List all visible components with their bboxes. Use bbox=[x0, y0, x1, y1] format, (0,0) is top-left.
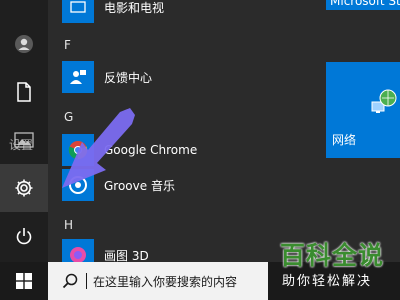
user-account-button[interactable] bbox=[0, 20, 48, 68]
movies-tv-icon bbox=[62, 0, 94, 23]
app-feedback-hub[interactable]: 反馈中心 bbox=[62, 60, 292, 94]
app-movies-tv[interactable]: 电影和电视 bbox=[62, 0, 292, 24]
search-icon bbox=[62, 273, 78, 289]
group-letter[interactable]: H bbox=[64, 218, 73, 232]
app-name: 电影和电视 bbox=[104, 0, 165, 15]
app-list: 电影和电视 F 反馈中心 G Google Chrome Groove 音乐 H… bbox=[48, 0, 310, 271]
settings-tooltip: 设置 bbox=[9, 138, 34, 152]
tile-microsoft-store[interactable]: Microsoft Sto bbox=[326, 0, 400, 10]
settings-button[interactable] bbox=[0, 164, 48, 212]
watermark-title: 百科全说 bbox=[280, 241, 385, 270]
search-placeholder: 在这里输入你要搜索的内容 bbox=[93, 274, 238, 289]
tile-label: Microsoft Sto bbox=[330, 0, 400, 8]
text-cursor bbox=[86, 273, 87, 289]
document-icon bbox=[17, 82, 31, 102]
search-input[interactable]: 在这里输入你要搜索的内容 bbox=[48, 262, 268, 300]
app-name: Groove 音乐 bbox=[104, 178, 175, 193]
network-icon bbox=[371, 89, 397, 113]
app-name: 反馈中心 bbox=[104, 70, 153, 85]
documents-button[interactable] bbox=[0, 68, 48, 116]
groove-music-icon bbox=[62, 169, 94, 201]
user-icon bbox=[15, 35, 33, 53]
group-letter[interactable]: F bbox=[64, 38, 71, 52]
app-name: Google Chrome bbox=[104, 143, 198, 157]
app-name: 画图 3D bbox=[104, 248, 149, 263]
feedback-hub-icon bbox=[62, 61, 94, 93]
watermark: 百科全说 助你轻松解决 bbox=[268, 236, 400, 300]
power-button[interactable] bbox=[0, 212, 48, 260]
windows-logo-icon bbox=[16, 273, 32, 289]
gear-icon bbox=[15, 179, 33, 197]
tile-label: 网络 bbox=[332, 133, 357, 147]
group-letter[interactable]: G bbox=[64, 110, 73, 124]
tiles-area: Microsoft Sto 网络 bbox=[310, 0, 400, 262]
start-button[interactable] bbox=[0, 262, 48, 300]
watermark-subtitle: 助你轻松解决 bbox=[282, 274, 373, 289]
tile-network[interactable]: 网络 bbox=[326, 62, 400, 158]
app-google-chrome[interactable]: Google Chrome bbox=[62, 133, 292, 167]
chrome-icon bbox=[62, 134, 94, 166]
app-groove-music[interactable]: Groove 音乐 bbox=[62, 168, 292, 202]
start-menu-rail: 设置 bbox=[0, 0, 48, 262]
power-icon bbox=[16, 228, 32, 245]
